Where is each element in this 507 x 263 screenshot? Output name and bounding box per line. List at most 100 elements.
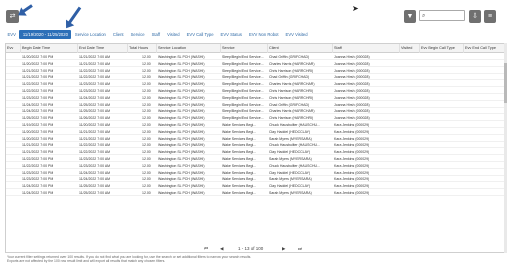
table-cell [465, 122, 505, 128]
table-cell [421, 54, 465, 60]
table-cell [7, 68, 22, 74]
column-header[interactable]: Evv End Call Type [464, 44, 505, 53]
column-header[interactable]: Begin Date Time [21, 44, 78, 53]
table-cell [465, 81, 505, 87]
table-cell: 11/24/2022 7:00 AM [79, 177, 111, 182]
table-cell: Sarah Myers (MYERSARA) [269, 177, 312, 182]
table-cell: Chad Griffin (GRIFCHAD) [269, 102, 310, 107]
table-row[interactable]: 11/21/2022 7:00 PM 11/22/2022 7:00 AM 12.0… [6, 68, 505, 74]
column-header[interactable]: Visited [400, 44, 420, 53]
table-row[interactable]: 11/19/2022 7:00 PM 11/20/2022 7:00 AM 12.0… [6, 122, 505, 128]
column-header[interactable]: Evv Begin Call Type [420, 44, 464, 53]
table-row[interactable]: 11/24/2022 7:00 PM 11/25/2022 7:00 AM 12.0… [6, 102, 505, 108]
table-row[interactable]: 11/21/2022 7:00 PM 11/22/2022 7:00 AM 12.0… [6, 142, 505, 149]
table-cell [465, 102, 505, 108]
tab-6[interactable]: Visited [164, 30, 184, 39]
export-note: Exports are not affected by the 100 row … [7, 259, 166, 263]
table-row[interactable]: 11/23/2022 7:00 PM 11/24/2022 7:00 AM 12.0… [6, 170, 505, 176]
table-row[interactable]: 11/20/2022 7:00 PM 11/21/2022 7:00 AM 12.0… [6, 129, 505, 135]
search-field[interactable]: ⌕ [419, 10, 465, 21]
table-cell: Kara Jenkins (000029) [334, 129, 370, 134]
table-row[interactable]: 11/22/2022 7:00 PM 11/23/2022 7:00 AM 12.0… [6, 88, 505, 94]
tab-8[interactable]: EVV Status [217, 30, 245, 39]
tab-2[interactable]: Service Location [71, 30, 109, 39]
table-row[interactable]: 11/23/2022 7:00 PM 11/24/2022 7:00 AM 12.0… [6, 176, 505, 183]
table-cell [465, 190, 505, 196]
export-button[interactable]: ⇩ [469, 10, 481, 23]
table-cell [7, 170, 22, 176]
table-cell: Washington SL PCH (WASHI) [158, 157, 205, 161]
table-row[interactable]: 11/21/2022 7:00 PM 11/22/2022 7:00 AM 12.0… [6, 74, 505, 81]
table-cell: Joanna Hirsh (000028) [334, 68, 370, 73]
table-cell: Clay Haddel (HEDCCLAY) [269, 184, 311, 189]
column-header[interactable]: Total Hours [128, 44, 157, 53]
column-header[interactable]: End Date Time [78, 44, 128, 53]
table-cell [7, 176, 22, 182]
table-row[interactable]: 11/25/2022 7:00 PM 11/26/2022 7:00 AM 12.0… [6, 115, 505, 122]
column-header[interactable]: Evv [6, 44, 21, 53]
tab-0[interactable]: EVV [4, 30, 19, 39]
table-row[interactable]: 11/20/2022 7:00 PM 11/21/2022 7:00 AM 12.0… [6, 61, 505, 67]
table-cell [7, 163, 22, 169]
table-cell: Kara Jenkins (000029) [334, 191, 370, 195]
next-page-icon[interactable]: ▶ [282, 245, 285, 253]
table-cell: Wake Services Begi... [222, 184, 257, 189]
table-row[interactable]: 11/24/2022 7:00 PM 11/25/2022 7:00 AM 12.0… [6, 190, 505, 196]
table-cell [7, 136, 22, 142]
table-cell [465, 115, 505, 121]
table-cell [401, 81, 421, 87]
table-row[interactable]: 11/24/2022 7:00 PM 11/25/2022 7:00 AM 12.0… [6, 183, 505, 190]
table-cell [7, 122, 22, 128]
tab-7[interactable]: EVV Call Type [183, 30, 217, 39]
table-row[interactable]: 11/20/2022 7:00 PM 11/21/2022 7:00 AM 12.0… [6, 136, 505, 142]
table-cell: Joanna Hirsh (000028) [334, 75, 370, 80]
table-cell: Sleep/Begin/End Service... [222, 89, 264, 93]
column-header[interactable]: Service Location [157, 44, 221, 53]
table-cell [421, 170, 465, 176]
table-cell [421, 102, 465, 108]
column-header[interactable]: Staff [333, 44, 400, 53]
export-icon: ⇩ [472, 13, 478, 20]
table-row[interactable]: 11/22/2022 7:00 PM 11/23/2022 7:00 AM 12.0… [6, 163, 505, 169]
tab-1[interactable]: 11/19/2020 - 11/25/2020 [19, 30, 72, 39]
table-cell: Joanna Hirsh (000028) [334, 95, 370, 100]
table-cell: Kara Jenkins (000029) [334, 150, 370, 155]
table-cell [421, 61, 465, 67]
table-cell [465, 88, 505, 94]
table-cell [7, 61, 22, 67]
table-cell [401, 102, 421, 108]
table-cell: Washington SL PCH (WASHI) [158, 109, 205, 114]
filter-icon: ▼ [406, 13, 414, 20]
tab-3[interactable]: Client [109, 30, 127, 39]
table-row[interactable]: 11/23/2022 7:00 PM 11/24/2022 7:00 AM 12.0… [6, 95, 505, 101]
table-row[interactable]: 11/22/2022 7:00 PM 11/23/2022 7:00 AM 12.0… [6, 156, 505, 162]
table-cell [421, 122, 465, 128]
first-page-icon[interactable]: ⏮ [204, 245, 208, 253]
table-cell: Washington SL PCH (WASHI) [158, 123, 205, 127]
table-cell: 11/20/2022 7:00 PM [22, 61, 54, 66]
table-cell: 11/24/2022 7:00 PM [22, 191, 54, 195]
tab-9[interactable]: EVV Non Robot [245, 30, 282, 39]
table-cell [421, 190, 465, 196]
last-page-icon[interactable]: ⏭ [298, 245, 302, 253]
table-row[interactable]: 11/24/2022 7:00 PM 11/25/2022 7:00 AM 12.0… [6, 108, 505, 115]
table-cell: Washington SL PCH (WASHI) [158, 143, 205, 148]
menu-button[interactable]: ≡ [484, 10, 496, 23]
column-header[interactable]: Service [221, 44, 268, 53]
table-row[interactable]: 11/21/2022 7:00 PM 11/22/2022 7:00 AM 12.0… [6, 149, 505, 156]
table-cell [7, 95, 22, 101]
table-cell [421, 68, 465, 74]
table-cell: 11/24/2022 7:00 AM [79, 95, 111, 100]
tab-4[interactable]: Service [127, 30, 148, 39]
prev-page-icon[interactable]: ◀ [220, 245, 223, 253]
table-cell: Wake Services Begi... [222, 191, 257, 195]
table-cell: Chuck Hausbuilter (HAUSCHU... [269, 163, 320, 168]
table-cell: Kara Jenkins (000029) [334, 143, 370, 148]
filter-button[interactable]: ▼ [404, 10, 416, 23]
table-row[interactable]: 11/22/2022 7:00 PM 11/23/2022 7:00 AM 12.0… [6, 81, 505, 88]
tab-5[interactable]: Staff [148, 30, 164, 39]
tab-10[interactable]: EVV Visited [282, 30, 311, 39]
column-header[interactable]: Client [268, 44, 333, 53]
search-input[interactable] [429, 12, 463, 20]
table-row[interactable]: 11/20/2022 7:00 PM 11/21/2022 7:00 AM 12.0… [6, 54, 505, 60]
